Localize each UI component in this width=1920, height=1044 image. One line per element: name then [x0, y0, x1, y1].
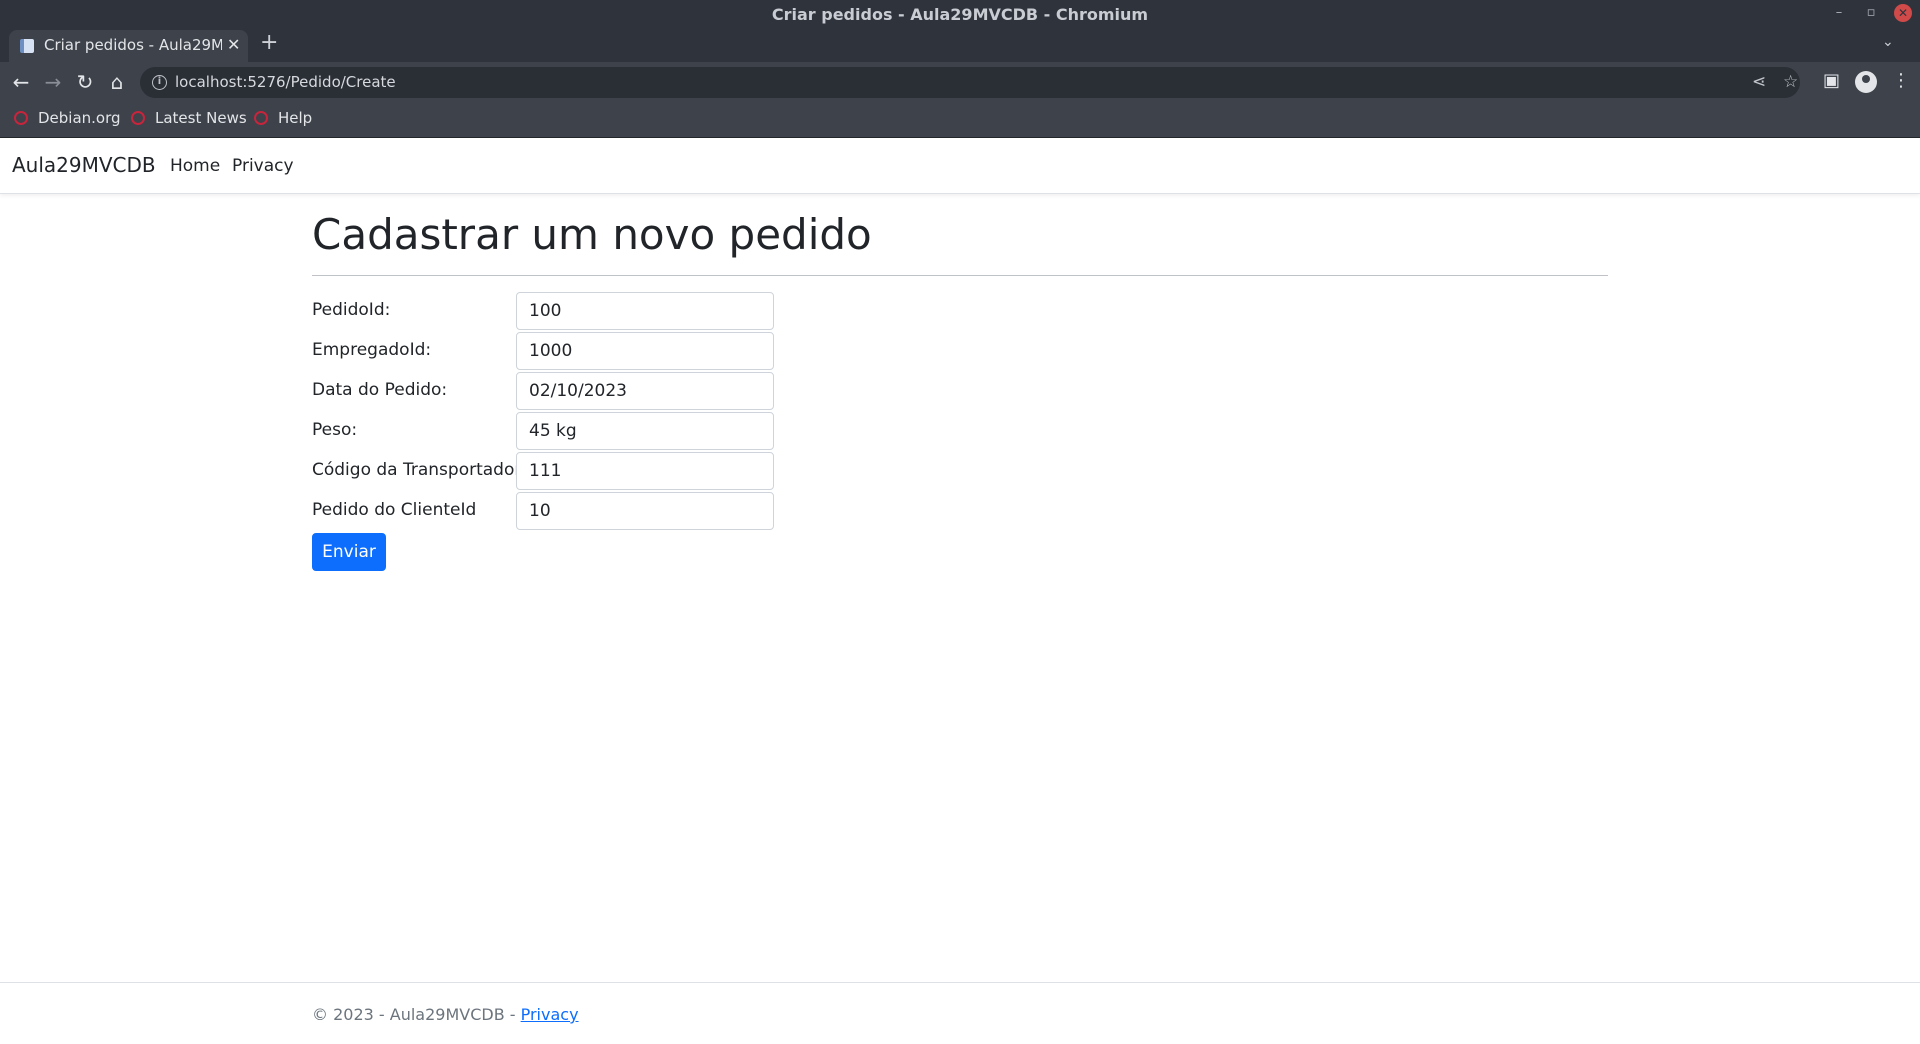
bookmark-latest-news[interactable]: Latest News: [131, 109, 247, 127]
divider: [312, 275, 1608, 276]
data-pedido-input[interactable]: [516, 372, 774, 410]
tab-strip: Criar pedidos - Aula29MVCDB ✕ + ⌄: [0, 28, 1920, 62]
site-footer: © 2023 - Aula29MVCDB - Privacy: [0, 982, 1920, 1044]
footer-text: © 2023 - Aula29MVCDB - Privacy: [312, 1005, 579, 1024]
form-row-peso: Peso:: [312, 412, 812, 450]
form-row-transportadora: Código da Transportadora:: [312, 452, 812, 490]
window-title: Criar pedidos - Aula29MVCDB - Chromium: [771, 5, 1149, 24]
reload-icon[interactable]: ↻: [72, 69, 98, 95]
page-title: Cadastrar um novo pedido: [312, 210, 872, 259]
field-label: PedidoId:: [312, 300, 391, 320]
browser-tab[interactable]: Criar pedidos - Aula29MVCDB ✕: [9, 30, 248, 62]
bookmark-label: Debian.org: [38, 109, 121, 127]
bookmark-label: Help: [278, 109, 313, 127]
pedido-id-input[interactable]: [516, 292, 774, 330]
debian-icon: [131, 111, 145, 125]
bookmark-label: Latest News: [155, 109, 247, 127]
copyright-text: © 2023 - Aula29MVCDB -: [312, 1005, 521, 1024]
form-row-data-pedido: Data do Pedido:: [312, 372, 812, 410]
bookmark-help[interactable]: Help: [254, 109, 312, 127]
chevron-down-icon[interactable]: ⌄: [1882, 34, 1894, 50]
star-icon[interactable]: ☆: [1783, 72, 1798, 92]
tab-title: Criar pedidos - Aula29MVCDB: [44, 36, 222, 54]
debian-icon: [254, 111, 268, 125]
sidebar-icon[interactable]: ▣: [1823, 70, 1840, 91]
profile-icon[interactable]: [1855, 71, 1877, 93]
bookmark-debian[interactable]: Debian.org: [14, 109, 121, 127]
peso-input[interactable]: [516, 412, 774, 450]
close-icon[interactable]: ✕: [227, 35, 240, 54]
close-window-icon[interactable]: ✕: [1894, 4, 1912, 22]
submit-button[interactable]: Enviar: [312, 533, 386, 571]
site-brand[interactable]: Aula29MVCDB: [12, 153, 156, 177]
nav-link-home[interactable]: Home: [170, 156, 220, 176]
form-row-cliente-id: Pedido do ClienteId: [312, 492, 812, 530]
plus-icon[interactable]: +: [260, 30, 278, 55]
nav-link-privacy[interactable]: Privacy: [232, 156, 294, 176]
form-row-empregado-id: EmpregadoId:: [312, 332, 812, 370]
codigo-transportadora-input[interactable]: [516, 452, 774, 490]
back-icon[interactable]: ←: [8, 69, 34, 95]
minimize-icon[interactable]: –: [1830, 4, 1848, 22]
bookmarks-bar: Debian.org Latest News Help: [0, 103, 1920, 138]
share-icon[interactable]: ⋖: [1752, 72, 1766, 92]
debian-icon: [14, 111, 28, 125]
info-icon[interactable]: i: [152, 75, 167, 90]
field-label: Código da Transportadora:: [312, 460, 538, 480]
field-label: Pedido do ClienteId: [312, 500, 477, 520]
address-bar[interactable]: i localhost:5276/Pedido/Create ⋖ ☆: [140, 67, 1800, 98]
restore-icon[interactable]: ▫: [1862, 4, 1880, 22]
pedido-cliente-id-input[interactable]: [516, 492, 774, 530]
forward-icon[interactable]: →: [40, 69, 66, 95]
browser-toolbar: ← → ↻ ⌂ i localhost:5276/Pedido/Create ⋖…: [0, 62, 1920, 103]
field-label: Data do Pedido:: [312, 380, 448, 400]
home-icon[interactable]: ⌂: [104, 69, 130, 95]
menu-icon[interactable]: ⋮: [1892, 70, 1910, 91]
footer-privacy-link[interactable]: Privacy: [521, 1005, 579, 1024]
empregado-id-input[interactable]: [516, 332, 774, 370]
page-icon: [20, 39, 34, 53]
field-label: Peso:: [312, 420, 358, 440]
site-navbar: Aula29MVCDB Home Privacy: [0, 138, 1920, 194]
window-titlebar: Criar pedidos - Aula29MVCDB - Chromium –…: [0, 0, 1920, 28]
field-label: EmpregadoId:: [312, 340, 432, 360]
address-url[interactable]: localhost:5276/Pedido/Create: [175, 73, 396, 91]
form-row-pedido-id: PedidoId:: [312, 292, 812, 330]
